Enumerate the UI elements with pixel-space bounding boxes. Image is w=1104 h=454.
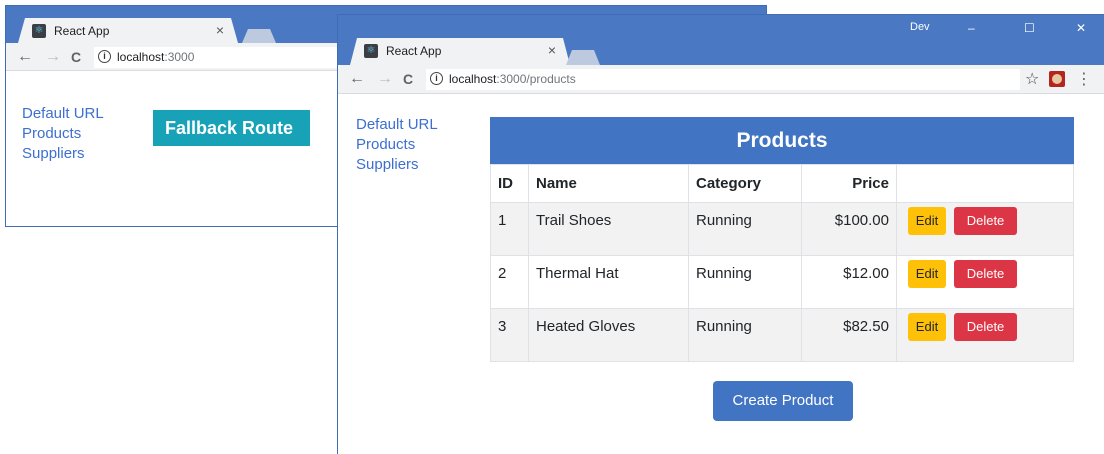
cell-category: Running: [688, 255, 802, 309]
back-nav-links: Default URL Products Suppliers: [22, 104, 104, 164]
react-icon: ⚛: [364, 44, 378, 58]
close-icon[interactable]: ×: [216, 22, 224, 38]
column-header-actions: [896, 164, 1074, 203]
nav-link-products[interactable]: Products: [356, 135, 438, 155]
cell-actions: Edit Delete: [896, 308, 1074, 362]
back-arrow-icon[interactable]: ←: [349, 70, 365, 88]
forward-arrow-icon[interactable]: →: [377, 70, 393, 88]
cell-id: 1: [490, 202, 529, 256]
url-text: localhost:3000: [117, 50, 194, 64]
cell-category: Running: [688, 202, 802, 256]
delete-button[interactable]: Delete: [954, 260, 1017, 288]
close-icon[interactable]: ×: [548, 42, 556, 58]
cell-id: 2: [490, 255, 529, 309]
extension-icon[interactable]: [1049, 71, 1065, 87]
column-header-price: Price: [801, 164, 897, 203]
nav-link-suppliers[interactable]: Suppliers: [356, 155, 438, 175]
cell-actions: Edit Delete: [896, 255, 1074, 309]
back-arrow-icon[interactable]: ←: [17, 48, 33, 66]
cell-id: 3: [490, 308, 529, 362]
column-header-name: Name: [528, 164, 689, 203]
edit-button[interactable]: Edit: [908, 260, 946, 288]
bookmark-star-icon[interactable]: ☆: [1025, 69, 1039, 89]
reload-icon[interactable]: C: [403, 71, 413, 87]
cell-name: Heated Gloves: [528, 308, 689, 362]
cell-price: $82.50: [801, 308, 897, 362]
url-path: :3000: [164, 50, 195, 64]
info-icon[interactable]: i: [98, 50, 111, 63]
edit-button[interactable]: Edit: [908, 313, 946, 341]
edit-button[interactable]: Edit: [908, 207, 946, 235]
tab-title: React App: [54, 24, 110, 38]
table-header-row: ID Name Category Price: [490, 164, 1074, 203]
menu-icon[interactable]: ⋮: [1076, 69, 1092, 89]
nav-link-suppliers[interactable]: Suppliers: [22, 144, 104, 164]
reload-icon[interactable]: C: [71, 49, 81, 65]
url-host: localhost: [449, 72, 497, 86]
cell-actions: Edit Delete: [896, 202, 1074, 256]
table-row: 1 Trail Shoes Running $100.00 Edit Delete: [490, 202, 1074, 256]
cell-name: Trail Shoes: [528, 202, 689, 256]
new-tab-button[interactable]: [242, 29, 276, 43]
info-icon[interactable]: i: [430, 72, 443, 85]
nav-link-default-url[interactable]: Default URL: [22, 104, 104, 124]
products-header: Products: [490, 117, 1074, 164]
table-row: 2 Thermal Hat Running $12.00 Edit Delete: [490, 255, 1074, 309]
fallback-route-banner: Fallback Route: [153, 110, 310, 146]
table-row: 3 Heated Gloves Running $82.50 Edit Delet…: [490, 308, 1074, 362]
browser-toolbar: ← → C i localhost:3000/products ☆ ⋮: [338, 65, 1104, 94]
nav-link-default-url[interactable]: Default URL: [356, 115, 438, 135]
cell-category: Running: [688, 308, 802, 362]
maximize-icon[interactable]: ☐: [1024, 21, 1035, 35]
window-close-icon[interactable]: ✕: [1076, 21, 1086, 35]
profile-label[interactable]: Dev: [910, 21, 930, 33]
cell-price: $100.00: [801, 202, 897, 256]
tab-react-app[interactable]: ⚛ React App ×: [18, 18, 238, 43]
column-header-category: Category: [688, 164, 802, 203]
url-path: :3000/products: [496, 72, 576, 86]
forward-arrow-icon[interactable]: →: [45, 48, 61, 66]
react-icon: ⚛: [32, 24, 46, 38]
tab-react-app[interactable]: ⚛ React App ×: [350, 38, 570, 65]
products-table: ID Name Category Price 1 Trail Shoes Run…: [490, 164, 1074, 362]
url-host: localhost: [117, 50, 165, 64]
window-controls: Dev – ☐ ✕: [904, 15, 1104, 39]
url-text: localhost:3000/products: [449, 72, 576, 86]
nav-link-products[interactable]: Products: [22, 124, 104, 144]
minimize-icon[interactable]: –: [968, 21, 975, 35]
delete-button[interactable]: Delete: [954, 207, 1017, 235]
front-nav-links: Default URL Products Suppliers: [356, 115, 438, 175]
address-bar[interactable]: i localhost:3000/products: [426, 69, 1020, 90]
delete-button[interactable]: Delete: [954, 313, 1017, 341]
column-header-id: ID: [490, 164, 529, 203]
cell-name: Thermal Hat: [528, 255, 689, 309]
cell-price: $12.00: [801, 255, 897, 309]
create-product-button[interactable]: Create Product: [713, 381, 853, 421]
tab-title: React App: [386, 44, 442, 58]
